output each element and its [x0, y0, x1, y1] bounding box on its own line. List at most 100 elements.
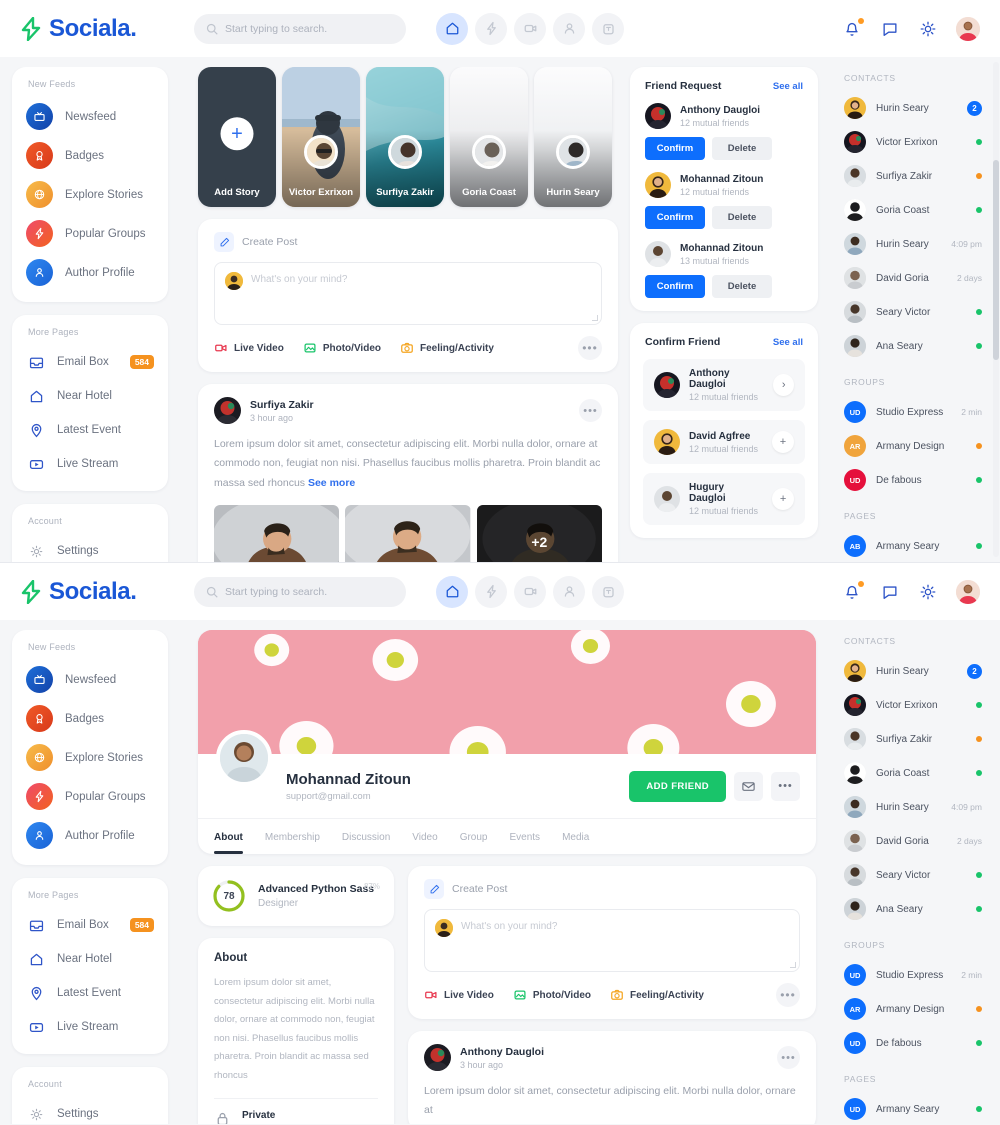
sidebar-item-newsfeed[interactable]: Newsfeed — [12, 97, 168, 136]
list-item[interactable]: Anthony Daugloi 12 mutual friends › — [643, 359, 805, 411]
sidebar-item-latest-event[interactable]: Latest Event — [12, 413, 168, 447]
contact-row[interactable]: David Goria 2 days — [834, 824, 992, 858]
contact-row[interactable]: Hurin Seary 4:09 pm — [834, 227, 992, 261]
user-avatar[interactable] — [956, 579, 980, 604]
profile-avatar[interactable] — [216, 730, 272, 786]
nav-video-camera-icon[interactable] — [514, 575, 546, 608]
page-row[interactable]: AB Armany Seary — [834, 529, 992, 562]
tab-discussion[interactable]: Discussion — [342, 832, 390, 854]
create-post-textarea[interactable]: What's on your mind? — [424, 909, 800, 972]
story-card[interactable]: Hurin Seary — [534, 67, 612, 207]
sidebar-item-latest-event[interactable]: Latest Event — [12, 976, 168, 1010]
tab-media[interactable]: Media — [562, 832, 589, 854]
sidebar-item-settings[interactable]: Settings — [12, 1097, 168, 1124]
delete-button[interactable]: Delete — [712, 206, 772, 229]
user-avatar[interactable] — [956, 16, 980, 41]
tab-events[interactable]: Events — [509, 832, 540, 854]
live-video-button[interactable]: Live Video — [214, 341, 284, 355]
story-card[interactable]: Goria Coast — [450, 67, 528, 207]
contact-row[interactable]: Ana Seary — [834, 892, 992, 926]
sidebar-item-newsfeed[interactable]: Newsfeed — [12, 660, 168, 699]
sidebar-item-live-stream[interactable]: Live Stream — [12, 447, 168, 481]
contact-row[interactable]: Hurin Seary 2 — [834, 654, 992, 688]
chat-bubble-icon[interactable] — [880, 19, 900, 39]
list-item[interactable]: David Agfree 12 mutual friends + — [643, 420, 805, 464]
nav-home-icon[interactable] — [436, 575, 468, 608]
create-post-textarea[interactable]: What's on your mind? — [214, 262, 602, 325]
nav-home-icon[interactable] — [436, 12, 468, 45]
tab-membership[interactable]: Membership — [265, 832, 320, 854]
contact-row[interactable]: Seary Victor — [834, 858, 992, 892]
brand-logo[interactable]: Sociala. — [20, 15, 172, 43]
sidebar-item-email-box[interactable]: Email Box 584 — [12, 908, 168, 942]
post-image-more[interactable]: +2 — [476, 505, 602, 562]
contact-row[interactable]: David Goria 2 days — [834, 261, 992, 295]
page-scrollbar-thumb[interactable] — [993, 160, 999, 360]
photo-video-button[interactable]: Photo/Video — [513, 988, 591, 1002]
live-video-button[interactable]: Live Video — [424, 988, 494, 1002]
tab-about[interactable]: About — [214, 832, 243, 854]
group-row[interactable]: AR Armany Design — [834, 429, 992, 463]
nav-bolt-icon[interactable] — [475, 12, 507, 45]
ellipsis-icon[interactable]: ••• — [777, 1046, 800, 1069]
ellipsis-icon[interactable]: ••• — [578, 336, 602, 360]
sidebar-item-near-hotel[interactable]: Near Hotel — [12, 942, 168, 976]
plus-icon[interactable]: + — [772, 488, 794, 510]
group-row[interactable]: UD De fabous — [834, 1026, 992, 1060]
cover-photo[interactable] — [198, 630, 816, 754]
resize-handle-icon[interactable] — [592, 315, 598, 321]
see-more-link[interactable]: See more — [308, 477, 355, 489]
search-input[interactable]: Start typing to search. — [194, 13, 406, 44]
contact-row[interactable]: Victor Exrixon — [834, 125, 992, 159]
envelope-icon[interactable] — [734, 771, 763, 801]
contact-row[interactable]: Ana Seary — [834, 329, 992, 363]
sidebar-item-explore-stories[interactable]: Explore Stories — [12, 738, 168, 777]
photo-video-button[interactable]: Photo/Video — [303, 341, 381, 355]
nav-shopping-bag-icon[interactable] — [592, 12, 624, 45]
contact-row[interactable]: Victor Exrixon — [834, 688, 992, 722]
group-row[interactable]: UD De fabous — [834, 463, 992, 497]
feeling-activity-button[interactable]: Feeling/Activity — [610, 988, 704, 1002]
plus-icon[interactable]: + — [772, 431, 794, 453]
add-friend-button[interactable]: ADD FRIEND — [629, 770, 726, 802]
sidebar-item-author-profile[interactable]: Author Profile — [12, 816, 168, 855]
ellipsis-icon[interactable]: ••• — [771, 771, 800, 801]
story-card[interactable]: Surfiya Zakir — [366, 67, 444, 207]
story-card[interactable]: Victor Exrixon — [282, 67, 360, 207]
see-all-link[interactable]: See all — [773, 81, 803, 92]
nav-video-camera-icon[interactable] — [514, 12, 546, 45]
contact-row[interactable]: Hurin Seary 2 — [834, 91, 992, 125]
group-row[interactable]: AR Armany Design — [834, 992, 992, 1026]
contact-row[interactable]: Goria Coast — [834, 193, 992, 227]
confirm-button[interactable]: Confirm — [645, 275, 705, 298]
story-add[interactable]: + Add Story — [198, 67, 276, 207]
post-image[interactable] — [345, 505, 471, 562]
list-item[interactable]: Hugury Daugloi 12 mutual friends + — [643, 473, 805, 525]
chat-bubble-icon[interactable] — [880, 582, 900, 602]
ellipsis-icon[interactable]: ••• — [776, 983, 800, 1007]
bell-icon[interactable] — [842, 17, 864, 39]
sidebar-item-popular-groups[interactable]: Popular Groups — [12, 777, 168, 816]
nav-person-icon[interactable] — [553, 12, 585, 45]
contact-row[interactable]: Hurin Seary 4:09 pm — [834, 790, 992, 824]
group-row[interactable]: UD Studio Express 2 min — [834, 958, 992, 992]
sidebar-item-near-hotel[interactable]: Near Hotel — [12, 379, 168, 413]
sidebar-item-badges[interactable]: Badges — [12, 136, 168, 175]
sidebar-item-settings[interactable]: Settings — [12, 534, 168, 562]
resize-handle-icon[interactable] — [790, 962, 796, 968]
tab-video[interactable]: Video — [412, 832, 437, 854]
gear-icon[interactable] — [918, 582, 938, 602]
contact-row[interactable]: Surfiya Zakir — [834, 159, 992, 193]
sidebar-item-explore-stories[interactable]: Explore Stories — [12, 175, 168, 214]
nav-person-icon[interactable] — [553, 575, 585, 608]
tab-group[interactable]: Group — [460, 832, 488, 854]
ellipsis-icon[interactable]: ••• — [579, 399, 602, 422]
search-input[interactable]: Start typing to search. — [194, 576, 406, 607]
contact-row[interactable]: Goria Coast — [834, 756, 992, 790]
bell-icon[interactable] — [842, 580, 864, 602]
post-image[interactable] — [214, 505, 340, 562]
page-row[interactable]: UD Armany Seary — [834, 1092, 992, 1124]
delete-button[interactable]: Delete — [712, 137, 772, 160]
group-row[interactable]: UD Studio Express 2 min — [834, 395, 992, 429]
feeling-activity-button[interactable]: Feeling/Activity — [400, 341, 494, 355]
